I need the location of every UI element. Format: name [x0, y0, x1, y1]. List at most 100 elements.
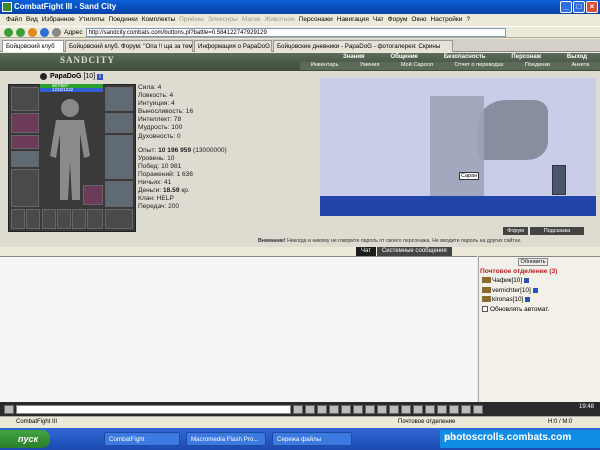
- start-button[interactable]: пуск: [0, 430, 50, 448]
- opponent-figure[interactable]: [430, 96, 484, 196]
- shield-slot[interactable]: [105, 181, 133, 207]
- info-icon[interactable]: i: [97, 74, 104, 80]
- helmet-slot[interactable]: [11, 87, 39, 111]
- stop-icon[interactable]: [28, 27, 37, 37]
- taskbar-item[interactable]: CombatFight: [104, 432, 180, 446]
- taskbar-item[interactable]: Сережа файлы: [272, 432, 352, 446]
- gloves-slot[interactable]: [11, 151, 39, 167]
- forward-icon[interactable]: [16, 27, 25, 37]
- game-nav-item[interactable]: Безопасность: [444, 54, 486, 62]
- status-bar: CombatFight III Почтовое отделение H:0 /…: [0, 416, 600, 427]
- emote-icon-4[interactable]: [437, 404, 447, 414]
- menu-item[interactable]: Поединки: [109, 14, 138, 26]
- music-icon[interactable]: [365, 404, 375, 414]
- mail-user[interactable]: Чафик[10]: [482, 277, 529, 284]
- menu-item[interactable]: Эликсиры: [208, 14, 238, 26]
- menu-item[interactable]: Файл: [6, 14, 22, 26]
- mail-user[interactable]: vernichter[10]: [482, 287, 538, 294]
- hint-button[interactable]: Подсказка: [530, 227, 584, 235]
- map-icon[interactable]: [377, 404, 387, 414]
- menu-item[interactable]: Чат: [373, 14, 384, 26]
- maximize-button[interactable]: □: [573, 1, 585, 13]
- pants-slot[interactable]: [26, 209, 40, 229]
- chat-input[interactable]: [16, 404, 291, 414]
- checkbox-icon[interactable]: [482, 306, 488, 313]
- game-nav-item[interactable]: Общение: [390, 54, 417, 62]
- weapon-slot[interactable]: [105, 135, 133, 179]
- back-icon[interactable]: [4, 27, 13, 37]
- menu-item[interactable]: Навигация: [337, 14, 369, 26]
- menu-item[interactable]: Избранное: [42, 14, 75, 26]
- game-nav-item[interactable]: Выход: [567, 54, 587, 62]
- refresh-icon[interactable]: [40, 27, 49, 37]
- filter-icon[interactable]: [317, 404, 327, 414]
- menu-item[interactable]: Персонажи: [299, 14, 333, 26]
- emote-icon-2[interactable]: [413, 404, 423, 414]
- game-nav-item[interactable]: Персонаж: [511, 54, 541, 62]
- emote-icon-5[interactable]: [449, 404, 459, 414]
- earrings-slot[interactable]: [105, 87, 133, 111]
- menu-item[interactable]: Форум: [388, 14, 408, 26]
- necklace-slot[interactable]: [105, 113, 133, 133]
- menu-item[interactable]: Комплекты: [142, 14, 175, 26]
- menu-item[interactable]: Приёмы: [179, 14, 204, 26]
- rune-slot-4[interactable]: [87, 209, 103, 229]
- info-icon[interactable]: [525, 296, 531, 302]
- browser-tab[interactable]: Бойцовские дневники - PapaDoG - фотогале…: [273, 40, 453, 52]
- browser-tab[interactable]: Бойцовский клуб. Форум: "Опа !! ща за те…: [65, 40, 193, 52]
- amulet-slot[interactable]: [11, 113, 39, 133]
- menu-item[interactable]: Вид: [26, 14, 38, 26]
- tab-chat[interactable]: Чат: [356, 247, 376, 256]
- users-icon[interactable]: [389, 404, 399, 414]
- boots-slot[interactable]: [105, 209, 133, 229]
- fight-icon[interactable]: [353, 404, 363, 414]
- minimize-button[interactable]: _: [560, 1, 572, 13]
- menu-item[interactable]: ?: [466, 14, 470, 26]
- close-button[interactable]: ×: [586, 1, 598, 13]
- game-subnav-item[interactable]: Отчет о переводах: [455, 62, 504, 70]
- user-clan-icon: [482, 287, 491, 294]
- menu-item[interactable]: Магия: [242, 14, 261, 26]
- forum-button[interactable]: Форум: [503, 227, 528, 235]
- chat-log[interactable]: [0, 256, 477, 402]
- menu-item[interactable]: Настройки: [431, 14, 463, 26]
- home-icon[interactable]: [52, 27, 61, 37]
- rune-slot-1[interactable]: [42, 209, 56, 229]
- emote-icon-6[interactable]: [461, 404, 471, 414]
- ring-slot[interactable]: [11, 135, 39, 149]
- emote-icon-7[interactable]: [473, 404, 483, 414]
- game-subnav-item[interactable]: Инвентарь: [311, 62, 339, 70]
- game-subnav-item[interactable]: Умения: [360, 62, 380, 70]
- rune-slot-2[interactable]: [57, 209, 71, 229]
- game-nav-item[interactable]: Знания: [343, 54, 365, 62]
- tab-system-messages[interactable]: Системные сообщения: [376, 247, 452, 256]
- game-subnav-item[interactable]: Анкета: [571, 62, 589, 70]
- emote-icon-1[interactable]: [401, 404, 411, 414]
- auto-refresh[interactable]: Обновлять автомат.: [482, 306, 549, 313]
- chat-toolbar: [0, 402, 600, 416]
- translit-icon[interactable]: [341, 404, 351, 414]
- send-icon[interactable]: [293, 404, 303, 414]
- menu-item[interactable]: Животное: [264, 14, 294, 26]
- mail-user[interactable]: kironas[10]: [482, 296, 531, 303]
- smile-icon[interactable]: [329, 404, 339, 414]
- refresh-button[interactable]: Обновить: [518, 258, 548, 266]
- emote-icon-3[interactable]: [425, 404, 435, 414]
- clear-icon[interactable]: [305, 404, 315, 414]
- info-icon[interactable]: [532, 287, 538, 293]
- taskbar-item[interactable]: Macromedia Flash Pro...: [186, 432, 266, 446]
- user-clan-icon: [482, 277, 491, 284]
- armor-slot[interactable]: [11, 169, 39, 207]
- belt-slot[interactable]: [11, 209, 25, 229]
- menu-item[interactable]: Окно: [411, 14, 426, 26]
- warning-bold: Внимание!: [258, 238, 286, 244]
- address-field[interactable]: http://sandcity.combats.com/buttons.pl?b…: [85, 27, 506, 37]
- info-icon[interactable]: [523, 277, 529, 283]
- browser-tab[interactable]: Бойцовский клуб: [2, 40, 64, 52]
- game-subnav-item[interactable]: Поединки: [525, 62, 550, 70]
- rune-slot-3[interactable]: [72, 209, 86, 229]
- chat-settings-icon[interactable]: [4, 404, 14, 414]
- browser-tab[interactable]: Информация о PapaDoG: [194, 40, 272, 52]
- game-subnav-item[interactable]: Мой Саролл: [401, 62, 433, 70]
- menu-item[interactable]: Утилиты: [79, 14, 105, 26]
